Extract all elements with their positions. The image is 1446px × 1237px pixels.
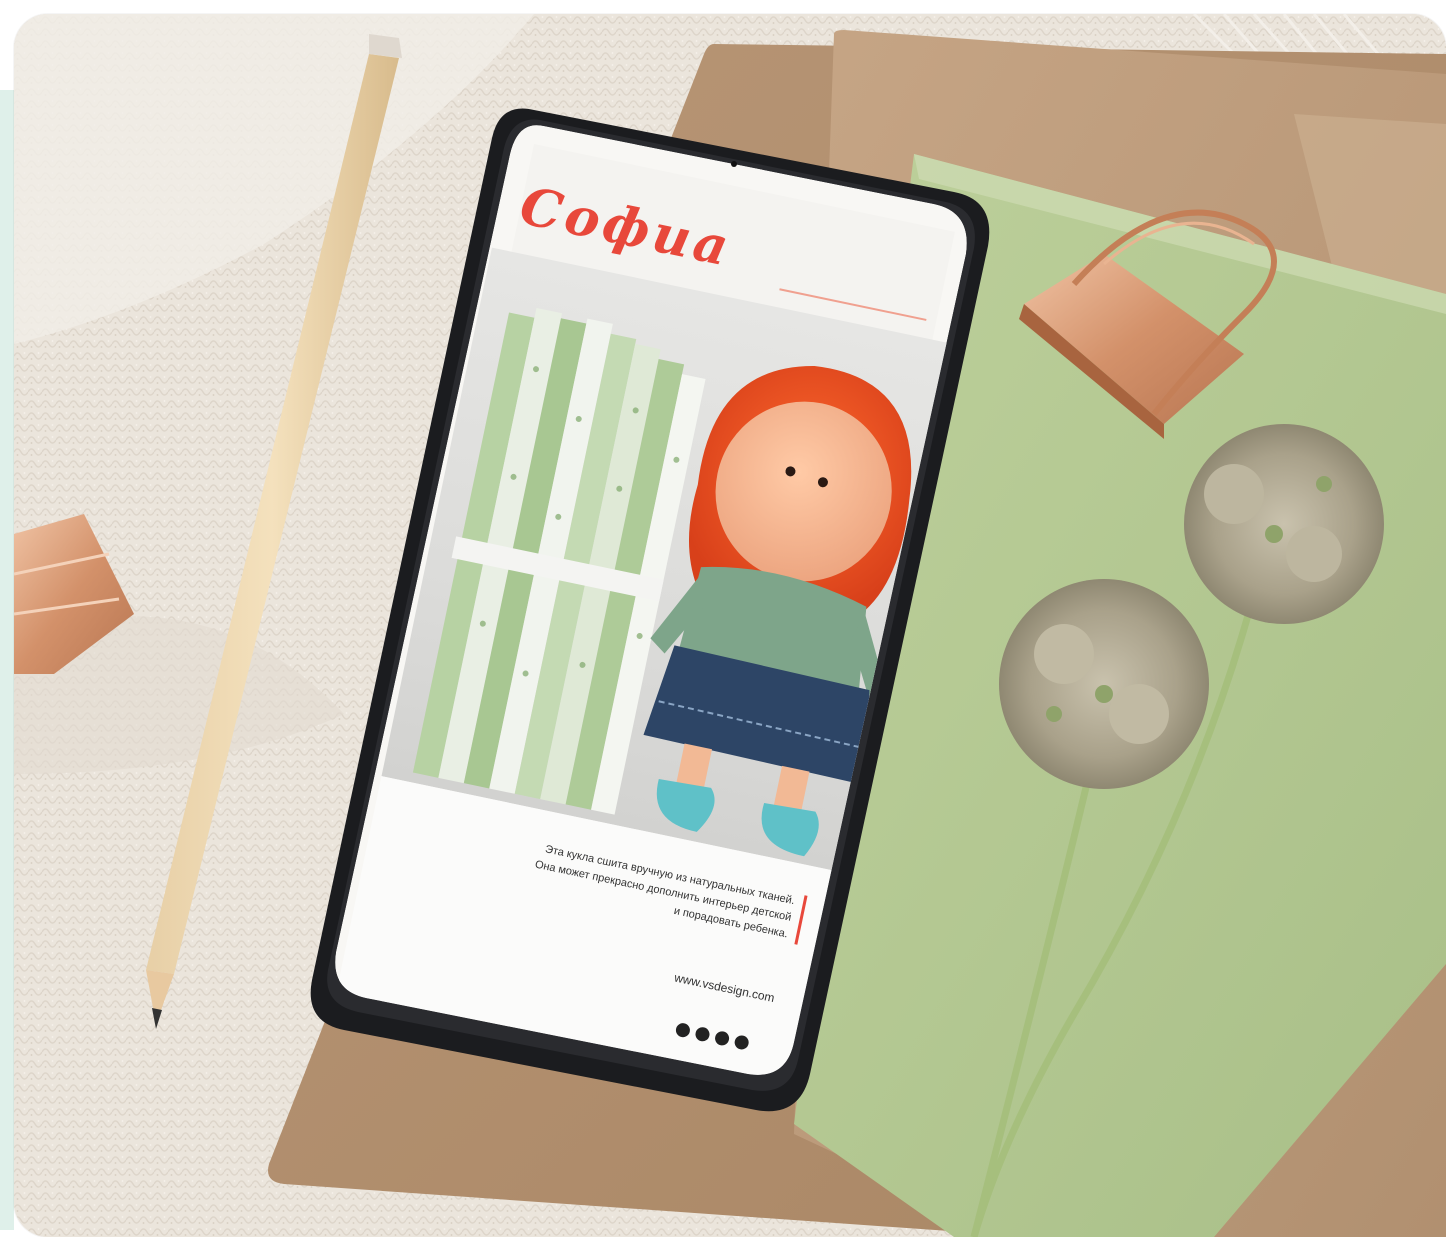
flatlay-scene (14, 14, 1446, 1237)
phone-camera (731, 161, 737, 167)
product-photo-frame: Софиа Эта кукла сшита вручную из натурал… (14, 14, 1446, 1237)
mint-background-strip (0, 90, 14, 1230)
